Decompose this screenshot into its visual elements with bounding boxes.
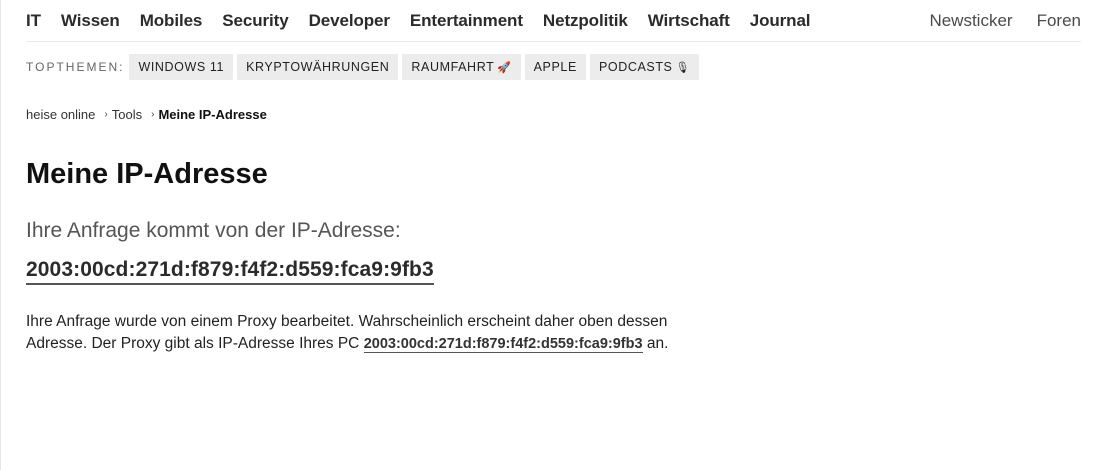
rocket-icon: 🚀 bbox=[497, 62, 512, 74]
ip-lead-text: Ihre Anfrage kommt von der IP-Adresse: bbox=[26, 219, 401, 242]
page: IT Wissen Mobiles Security Developer Ent… bbox=[0, 0, 1105, 470]
breadcrumb-item-heise-online[interactable]: heise online bbox=[26, 107, 95, 122]
nav-item-mobiles[interactable]: Mobiles bbox=[140, 11, 203, 31]
nav-item-entertainment[interactable]: Entertainment bbox=[410, 11, 523, 31]
top-topics-label: TOPTHEMEN: bbox=[26, 60, 125, 74]
nav-item-wissen[interactable]: Wissen bbox=[61, 11, 120, 31]
topic-chip-raumfahrt[interactable]: RAUMFAHRT 🚀 bbox=[402, 54, 521, 80]
breadcrumb-separator-icon: › bbox=[104, 109, 108, 120]
ip-address-link[interactable]: 2003:00cd:271d:f879:f4f2:d559:fca9:9fb3 bbox=[26, 258, 434, 285]
breadcrumb-separator-icon: › bbox=[151, 109, 155, 120]
topic-chip-kryptowaehrungen[interactable]: KRYPTOWÄHRUNGEN bbox=[237, 54, 399, 80]
nav-item-developer[interactable]: Developer bbox=[309, 11, 390, 31]
microphone-icon: 🎙 bbox=[675, 62, 691, 74]
topic-chip-label: APPLE bbox=[533, 60, 577, 74]
nav-item-foren[interactable]: Foren bbox=[1037, 11, 1081, 31]
main-menu: IT Wissen Mobiles Security Developer Ent… bbox=[26, 11, 830, 31]
top-navigation: IT Wissen Mobiles Security Developer Ent… bbox=[26, 0, 1081, 42]
inline-ip-address-link[interactable]: 2003:00cd:271d:f879:f4f2:d559:fca9:9fb3 bbox=[363, 336, 643, 353]
nav-item-newsticker[interactable]: Newsticker bbox=[929, 11, 1012, 31]
topic-chip-apple[interactable]: APPLE bbox=[524, 54, 586, 80]
nav-item-it[interactable]: IT bbox=[26, 11, 41, 31]
topic-chip-label: PODCASTS bbox=[598, 60, 673, 74]
breadcrumb-item-tools[interactable]: Tools bbox=[112, 107, 142, 122]
top-topics-bar: TOPTHEMEN: WINDOWS 11 KRYPTOWÄHRUNGEN RA… bbox=[26, 54, 703, 80]
topic-chip-windows-11[interactable]: WINDOWS 11 bbox=[129, 54, 234, 80]
topic-chip-podcasts[interactable]: PODCASTS 🎙 bbox=[589, 54, 700, 80]
topic-chip-label: RAUMFAHRT bbox=[411, 60, 495, 74]
topic-chip-label: KRYPTOWÄHRUNGEN bbox=[246, 60, 390, 74]
breadcrumb-current: Meine IP-Adresse bbox=[158, 107, 267, 122]
nav-item-netzpolitik[interactable]: Netzpolitik bbox=[543, 11, 628, 31]
nav-item-wirtschaft[interactable]: Wirtschaft bbox=[648, 11, 730, 31]
topic-chip-label: WINDOWS 11 bbox=[138, 60, 225, 74]
proxy-info-text: Ihre Anfrage wurde von einem Proxy bearb… bbox=[26, 311, 706, 355]
page-title: Meine IP-Adresse bbox=[26, 158, 268, 190]
secondary-menu: Newsticker Foren bbox=[905, 11, 1081, 31]
breadcrumb: heise online › Tools › Meine IP-Adresse bbox=[26, 107, 267, 122]
proxy-info-part: an. bbox=[642, 335, 669, 352]
nav-item-security[interactable]: Security bbox=[222, 11, 288, 31]
nav-item-journal[interactable]: Journal bbox=[750, 11, 811, 31]
